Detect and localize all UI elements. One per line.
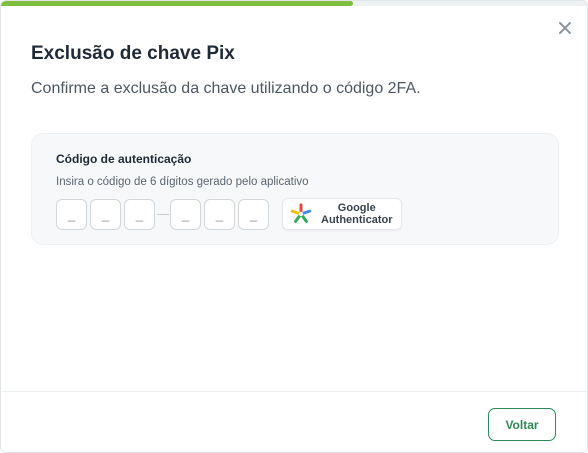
code-input-row: Google Authenticator — [56, 198, 402, 230]
auth-card-hint: Insira o código de 6 dígitos gerado pelo… — [56, 176, 309, 188]
footer-divider — [1, 391, 587, 392]
google-authenticator-label: Google Authenticator — [321, 202, 393, 226]
google-authenticator-icon — [290, 203, 312, 223]
google-authenticator-line1: Google — [337, 202, 376, 214]
code-digit-6[interactable] — [238, 198, 269, 230]
code-separator — [157, 213, 169, 215]
code-digit-5[interactable] — [204, 198, 235, 230]
code-digit-3[interactable] — [124, 198, 155, 230]
code-digit-2[interactable] — [90, 198, 121, 230]
authentication-card: Código de autenticação Insira o código d… — [31, 133, 559, 245]
delete-pix-key-modal: Exclusão de chave Pix Confirme a exclusã… — [0, 0, 588, 453]
progress-bar-fill — [1, 1, 353, 6]
progress-bar — [1, 1, 587, 6]
code-digit-4[interactable] — [170, 198, 201, 230]
modal-subtitle: Confirme a exclusão da chave utilizando … — [31, 80, 421, 97]
close-icon — [559, 22, 571, 34]
auth-card-title: Código de autenticação — [56, 152, 192, 166]
modal-title: Exclusão de chave Pix — [31, 43, 235, 64]
back-button[interactable]: Voltar — [488, 408, 556, 441]
google-authenticator-button[interactable]: Google Authenticator — [282, 198, 402, 230]
code-digit-1[interactable] — [56, 198, 87, 230]
google-authenticator-line2: Authenticator — [321, 214, 393, 226]
close-button[interactable] — [557, 20, 573, 36]
